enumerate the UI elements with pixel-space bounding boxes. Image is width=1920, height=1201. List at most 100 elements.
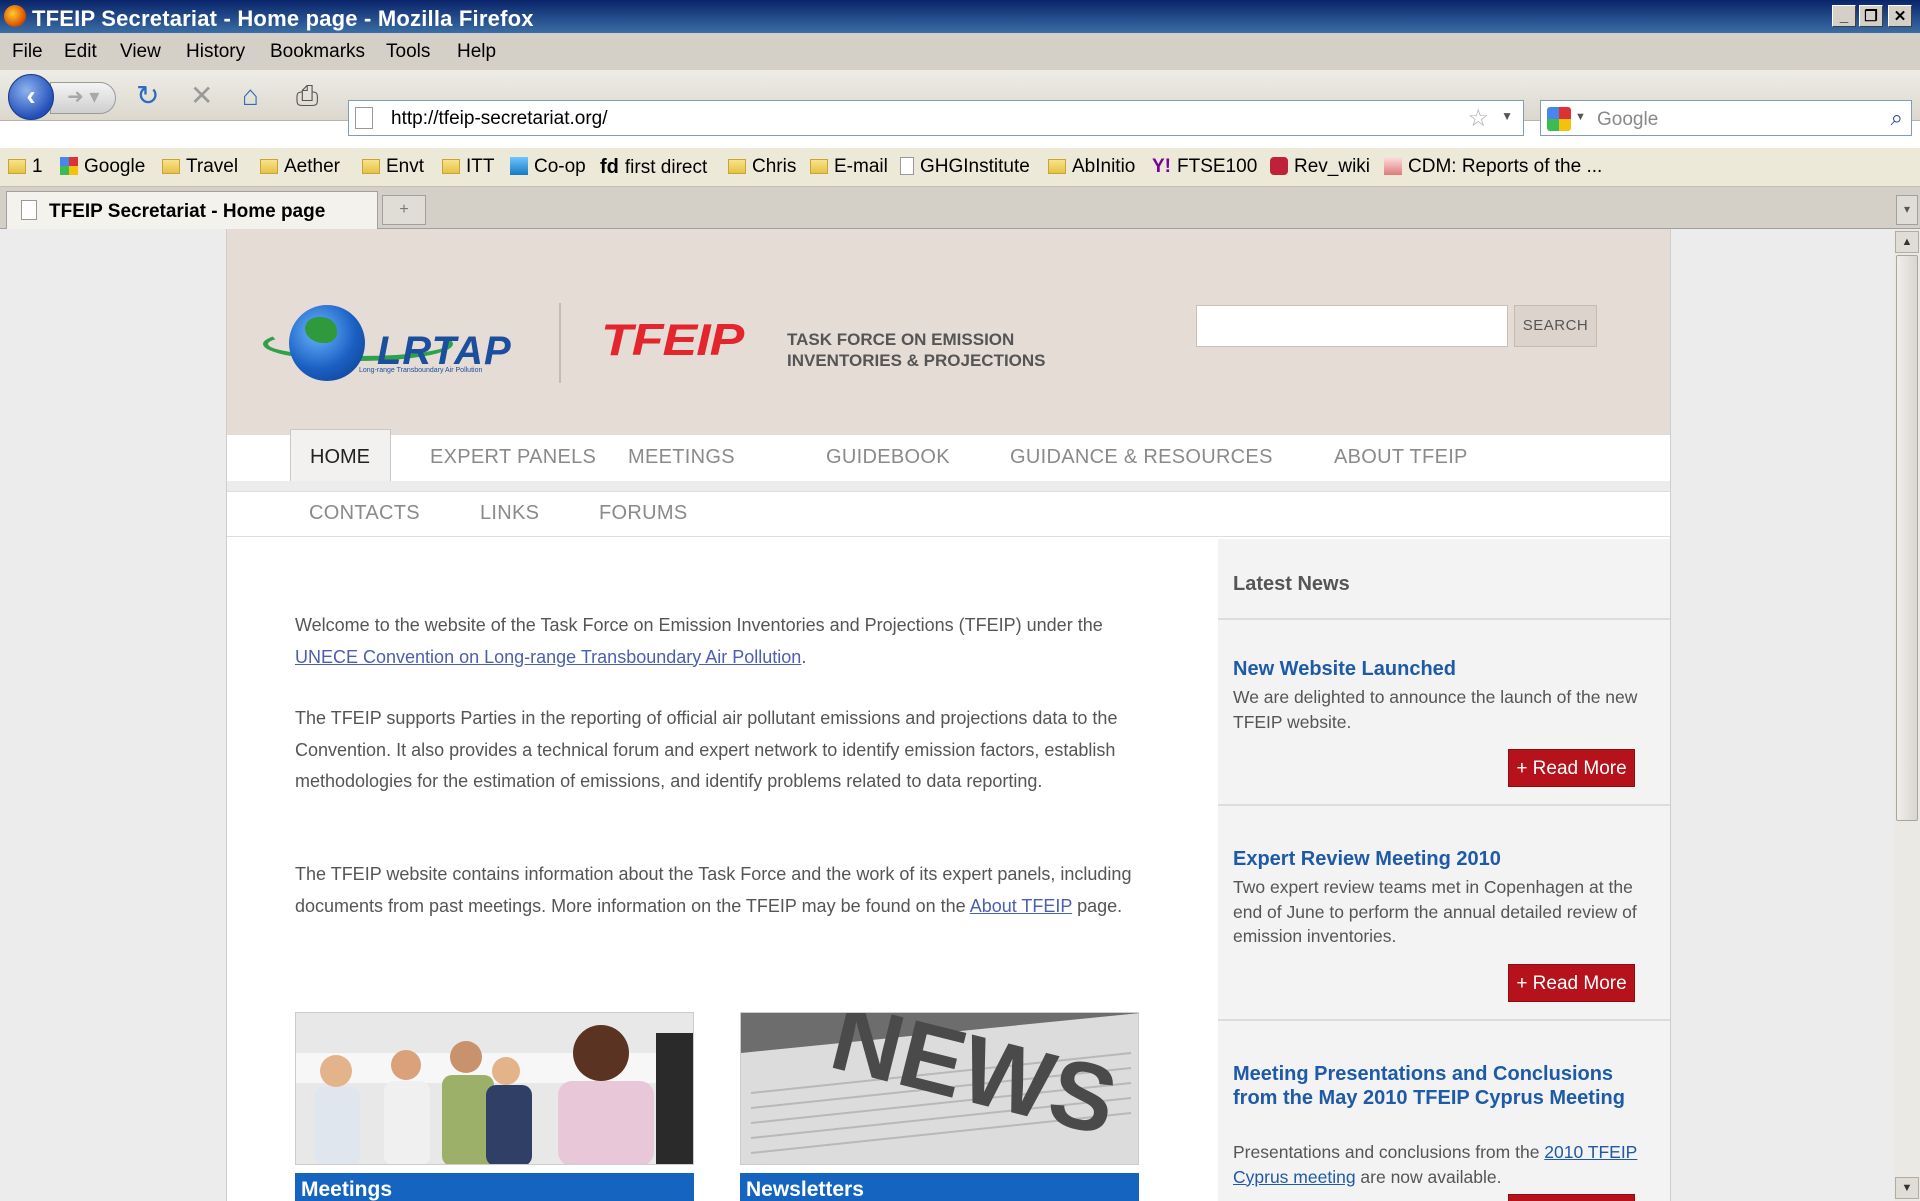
- support-paragraph: The TFEIP supports Parties in the report…: [295, 708, 1118, 791]
- bookmark-1[interactable]: 1: [8, 156, 43, 178]
- news-title-website-launched[interactable]: New Website Launched: [1233, 657, 1643, 681]
- nav-guidance-resources[interactable]: GUIDANCE & RESOURCES: [1010, 446, 1273, 469]
- read-more-button[interactable]: + Read More: [1508, 964, 1635, 1002]
- about-tfeip-link[interactable]: About TFEIP: [970, 896, 1072, 916]
- bookmark-google[interactable]: Google: [60, 156, 145, 178]
- search-icon[interactable]: ⌕: [1891, 105, 1903, 131]
- bookmark-first-direct[interactable]: fd first direct: [600, 156, 707, 179]
- print-icon[interactable]: ⎙: [296, 82, 318, 110]
- search-placeholder[interactable]: Google: [1597, 109, 1658, 131]
- close-button[interactable]: ✕: [1888, 5, 1912, 27]
- bookmark-ghginstitute[interactable]: GHGInstitute: [900, 156, 1030, 178]
- divider: [1218, 618, 1670, 620]
- tab-list-button[interactable]: ▾: [1896, 195, 1918, 225]
- bookmark-envt[interactable]: Envt: [362, 156, 424, 178]
- site-search-button[interactable]: SEARCH: [1514, 305, 1597, 347]
- unece-convention-link[interactable]: UNECE Convention on Long-range Transboun…: [295, 647, 801, 667]
- news-body-text: Presentations and conclusions from the: [1233, 1142, 1545, 1162]
- nav-contacts[interactable]: CONTACTS: [309, 502, 420, 525]
- nav-guidebook[interactable]: GUIDEBOOK: [826, 446, 950, 469]
- bookmark-label: Chris: [752, 156, 797, 177]
- scroll-up-arrow-icon[interactable]: ▲: [1895, 231, 1919, 253]
- website-text-end: page.: [1072, 895, 1123, 916]
- bookmarks-toolbar: 1 Google Travel Aether Envt ITT Co-op fd…: [0, 148, 1920, 187]
- firefox-icon: [4, 5, 26, 27]
- menu-view[interactable]: View: [120, 41, 161, 63]
- intro-text-end: .: [801, 646, 807, 667]
- reload-icon[interactable]: ↻: [136, 82, 159, 110]
- bookmark-cdm-reports[interactable]: CDM: Reports of the ...: [1384, 156, 1602, 178]
- bookmark-aether[interactable]: Aether: [260, 156, 340, 178]
- chevron-down-icon[interactable]: ▼: [1501, 109, 1513, 123]
- bookmark-chris[interactable]: Chris: [728, 156, 796, 178]
- newsletters-image[interactable]: NEWS: [740, 1012, 1139, 1165]
- new-tab-button[interactable]: +: [382, 195, 426, 225]
- meetings-image[interactable]: [295, 1012, 694, 1165]
- stop-icon[interactable]: ✕: [190, 82, 213, 110]
- nav-expert-panels[interactable]: EXPERT PANELS: [430, 446, 596, 469]
- nav-meetings[interactable]: MEETINGS: [628, 446, 735, 469]
- meetings-panel-link[interactable]: Meetings: [295, 1173, 694, 1201]
- folder-icon: [810, 159, 828, 174]
- nav-links[interactable]: LINKS: [480, 502, 539, 525]
- unfccc-icon: [1384, 157, 1402, 175]
- newspaper-image: NEWS: [741, 1013, 1138, 1164]
- nav-forums[interactable]: FORUMS: [599, 502, 687, 525]
- bookmark-email[interactable]: E-mail: [810, 156, 888, 178]
- address-url[interactable]: http://tfeip-secretariat.org/: [391, 108, 608, 130]
- chevron-down-icon[interactable]: ▼: [1575, 111, 1586, 123]
- window-title-bar: TFEIP Secretariat - Home page - Mozilla …: [0, 0, 1920, 33]
- scroll-down-arrow-icon[interactable]: ▼: [1895, 1177, 1919, 1199]
- intro-text: Welcome to the website of the Task Force…: [295, 615, 1103, 635]
- menu-bookmarks[interactable]: Bookmarks: [270, 41, 365, 63]
- site-header: LRTAP Long-range Transboundary Air Pollu…: [227, 229, 1670, 434]
- google-icon[interactable]: [1547, 107, 1571, 131]
- minimize-button[interactable]: _: [1832, 5, 1856, 27]
- tfeip-tagline-2: INVENTORIES & PROJECTIONS: [787, 351, 1046, 370]
- newsletters-panel-link[interactable]: Newsletters: [740, 1173, 1139, 1201]
- menu-edit[interactable]: Edit: [64, 41, 97, 63]
- read-more-button-partial[interactable]: [1508, 1194, 1635, 1201]
- bookmark-coop[interactable]: Co-op: [510, 156, 586, 178]
- bookmark-ftse100[interactable]: Y! FTSE100: [1152, 156, 1257, 178]
- menu-tools[interactable]: Tools: [386, 41, 430, 63]
- tab-title: TFEIP Secretariat - Home page: [49, 201, 326, 222]
- vertical-scrollbar[interactable]: ▲ ▼: [1894, 229, 1920, 1201]
- lrtap-subtitle: Long-range Transboundary Air Pollution: [359, 367, 483, 374]
- tfeip-logo[interactable]: TFEIP: [601, 315, 744, 366]
- menu-history[interactable]: History: [186, 41, 245, 63]
- tab-tfeip-home[interactable]: TFEIP Secretariat - Home page: [6, 191, 378, 229]
- scrollbar-thumb[interactable]: [1896, 255, 1918, 821]
- website-paragraph: The TFEIP website contains information a…: [295, 859, 1155, 922]
- back-button[interactable]: ‹: [8, 74, 54, 120]
- restore-button[interactable]: ❐: [1859, 5, 1883, 27]
- bookmark-rev-wiki[interactable]: Rev_wiki: [1270, 156, 1370, 178]
- menu-file[interactable]: File: [12, 41, 43, 63]
- news-title-cyprus-meeting[interactable]: Meeting Presentations and Conclusions fr…: [1233, 1062, 1643, 1110]
- bookmark-label: Rev_wiki: [1294, 156, 1371, 177]
- bookmark-itt[interactable]: ITT: [442, 156, 495, 178]
- read-more-button[interactable]: + Read More: [1508, 749, 1635, 787]
- menu-help[interactable]: Help: [457, 41, 496, 63]
- tab-strip: TFEIP Secretariat - Home page + ▾: [0, 187, 1920, 229]
- bookmark-label: Google: [84, 156, 146, 177]
- bookmark-label: E-mail: [834, 156, 888, 177]
- news-title-expert-review[interactable]: Expert Review Meeting 2010: [1233, 847, 1643, 871]
- divider: [1218, 804, 1670, 806]
- bookmark-label: Aether: [284, 156, 340, 177]
- bookmark-label: FTSE100: [1177, 156, 1258, 177]
- bookmark-abinitio[interactable]: AbInitio: [1048, 156, 1135, 178]
- nav-about-tfeip[interactable]: ABOUT TFEIP: [1334, 446, 1468, 469]
- bookmark-star-icon[interactable]: ☆: [1467, 104, 1489, 133]
- forward-button[interactable]: ➜ ▾: [50, 82, 116, 114]
- nav-separator: [227, 481, 1670, 491]
- site-search-input[interactable]: [1196, 305, 1508, 347]
- home-icon[interactable]: ⌂: [242, 82, 259, 110]
- address-bar[interactable]: http://tfeip-secretariat.org/ ☆ ▼: [348, 100, 1524, 136]
- bookmark-travel[interactable]: Travel: [162, 156, 238, 178]
- browser-search-box[interactable]: ▼ Google ⌕: [1540, 100, 1912, 136]
- nav-home[interactable]: HOME: [290, 429, 391, 481]
- bookmark-label: 1: [32, 156, 43, 177]
- bookmark-label: Envt: [386, 156, 425, 177]
- meeting-people-image: [296, 1013, 693, 1164]
